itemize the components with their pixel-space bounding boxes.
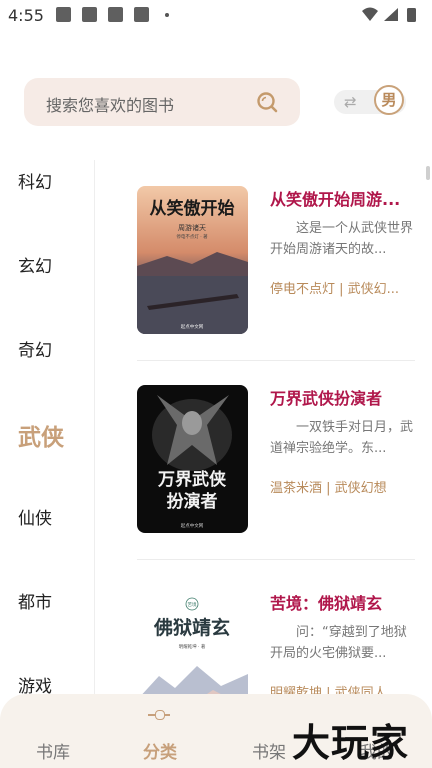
book-description: 一双铁手对日月，武道禅宗验绝学。东...: [270, 420, 414, 456]
tab-indicator-dot: [155, 710, 165, 720]
cover-publisher: 起点中文网: [181, 522, 204, 529]
cover-subtitle: 苦境: [188, 601, 197, 608]
book-cover[interactable]: 从笑傲开始 周游诸天 停电不点灯 · 著 起点中文网: [137, 186, 248, 334]
category-item[interactable]: 科幻: [18, 168, 52, 193]
book-description: 问：“穿越到了地狱开局的火宅佛狱要...: [270, 625, 407, 661]
category-item[interactable]: 都市: [18, 588, 52, 613]
signal-icon: [384, 8, 398, 21]
more-notifications-icon: [165, 13, 169, 17]
notification-icon: [56, 7, 71, 22]
search-placeholder: 搜索您喜欢的图书: [46, 96, 175, 115]
notification-icon: [82, 7, 97, 22]
search-input[interactable]: 搜索您喜欢的图书: [24, 78, 300, 126]
cover-title: 佛狱靖玄: [153, 616, 230, 639]
divider: [137, 360, 415, 361]
category-item-active[interactable]: 武侠: [18, 418, 64, 452]
cover-author: 停电不点灯 · 著: [176, 233, 208, 240]
tab-library[interactable]: 书库: [36, 738, 70, 763]
cover-author: 明耀乾坤 · 著: [179, 643, 206, 650]
gender-male-button[interactable]: 男: [374, 85, 404, 115]
book-meta: 温茶米酒 | 武侠幻想: [270, 481, 387, 496]
book-title[interactable]: 万界武侠扮演者: [270, 385, 382, 409]
scrollbar[interactable]: [426, 166, 430, 180]
status-time: 4:55: [8, 6, 44, 25]
cover-publisher: 起点中文网: [181, 323, 204, 330]
category-item[interactable]: 奇幻: [18, 336, 52, 361]
divider: [137, 559, 415, 560]
swap-icon: ⇄: [344, 93, 357, 111]
status-bar: 4:55: [0, 0, 432, 30]
tab-bookshelf[interactable]: 书架: [252, 738, 286, 763]
category-list: 科幻 玄幻 奇幻 武侠 仙侠 都市 游戏: [0, 160, 95, 700]
book-title[interactable]: 从笑傲开始周游...: [270, 186, 400, 210]
book-cover[interactable]: 万界武侠 扮演者 起点中文网: [137, 385, 248, 533]
category-item[interactable]: 仙侠: [18, 504, 52, 529]
cover-title: 从笑傲开始: [150, 198, 235, 219]
tab-category[interactable]: 分类: [143, 738, 177, 763]
notification-icon: [108, 7, 123, 22]
category-item[interactable]: 玄幻: [18, 252, 52, 277]
book-meta: 停电不点灯 | 武侠幻...: [270, 282, 400, 297]
cover-subtitle: 扮演者: [167, 491, 218, 512]
notification-icon: [134, 7, 149, 22]
cover-title: 万界武侠: [157, 469, 227, 490]
search-icon[interactable]: [256, 91, 278, 117]
system-icons: [360, 6, 422, 28]
battery-icon: [407, 8, 416, 22]
gender-toggle[interactable]: ⇄ 男: [334, 85, 406, 115]
book-description: 这是一个从武侠世界开始周游诸天的故...: [270, 221, 414, 257]
cover-subtitle: 周游诸天: [178, 223, 206, 232]
wifi-icon: [362, 7, 378, 21]
watermark-text: 大玩家: [292, 721, 410, 765]
book-title[interactable]: 苦境：佛狱靖玄: [270, 590, 382, 614]
